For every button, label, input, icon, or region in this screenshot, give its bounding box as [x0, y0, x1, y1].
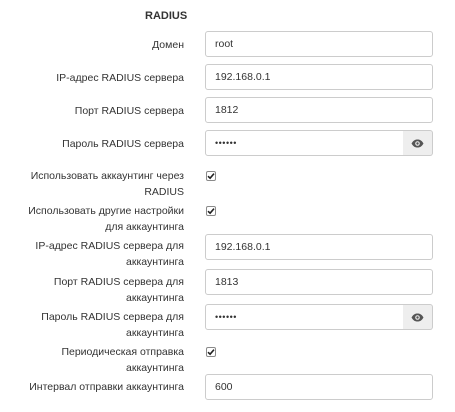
- acct-password-label-line1: Пароль RADIUS сервера для: [41, 311, 184, 323]
- domain-label: Домен: [152, 39, 184, 51]
- periodic-send-label-line2: аккаунтинга: [126, 362, 184, 374]
- use-accounting-checkbox[interactable]: [206, 171, 216, 181]
- acct-ip-label: IP-адрес RADIUS сервера для аккаунтинга: [10, 238, 184, 270]
- eye-icon: [411, 139, 424, 147]
- use-accounting-label-line1: Использовать аккаунтинг через: [30, 170, 184, 182]
- section-title: RADIUS: [145, 10, 188, 22]
- acct-ip-label-line2: аккаунтинга: [126, 256, 184, 268]
- acct-password-label: Пароль RADIUS сервера для аккаунтинга: [10, 309, 184, 341]
- radius-password-label: Пароль RADIUS сервера: [62, 138, 184, 150]
- show-acct-password-button[interactable]: [403, 304, 433, 330]
- use-other-settings-checkbox[interactable]: [206, 206, 216, 216]
- acct-port-label-line2: аккаунтинга: [126, 292, 184, 304]
- periodic-send-label-line1: Периодическая отправка: [61, 346, 184, 358]
- acct-interval-input[interactable]: 600: [205, 374, 433, 400]
- use-accounting-label-line2: RADIUS: [144, 186, 184, 198]
- radius-ip-label: IP-адрес RADIUS сервера: [56, 72, 184, 84]
- use-accounting-label: Использовать аккаунтинг через RADIUS: [10, 168, 184, 200]
- checkmark-icon: [207, 208, 215, 215]
- acct-ip-label-line1: IP-адрес RADIUS сервера для: [35, 240, 184, 252]
- use-other-settings-label-line2: для аккаунтинга: [105, 221, 184, 233]
- acct-password-input[interactable]: ••••••: [205, 304, 404, 330]
- checkmark-icon: [207, 349, 215, 356]
- radius-ip-input[interactable]: 192.168.0.1: [205, 64, 433, 90]
- periodic-send-checkbox[interactable]: [206, 347, 216, 357]
- radius-port-label: Порт RADIUS сервера: [74, 105, 184, 117]
- use-other-settings-label: Использовать другие настройки для аккаун…: [10, 203, 184, 235]
- checkmark-icon: [207, 173, 215, 180]
- acct-port-label-line1: Порт RADIUS сервера для: [53, 276, 184, 288]
- acct-password-label-line2: аккаунтинга: [126, 327, 184, 339]
- radius-password-input[interactable]: ••••••: [205, 130, 404, 156]
- domain-input[interactable]: root: [205, 31, 433, 57]
- use-other-settings-label-line1: Использовать другие настройки: [28, 205, 184, 217]
- periodic-send-label: Периодическая отправка аккаунтинга: [10, 344, 184, 376]
- radius-port-input[interactable]: 1812: [205, 97, 433, 123]
- eye-icon: [411, 313, 424, 321]
- acct-port-input[interactable]: 1813: [205, 269, 433, 295]
- acct-ip-input[interactable]: 192.168.0.1: [205, 234, 433, 260]
- acct-port-label: Порт RADIUS сервера для аккаунтинга: [10, 274, 184, 306]
- acct-interval-label: Интервал отправки аккаунтинга: [29, 381, 184, 393]
- show-password-button[interactable]: [403, 130, 433, 156]
